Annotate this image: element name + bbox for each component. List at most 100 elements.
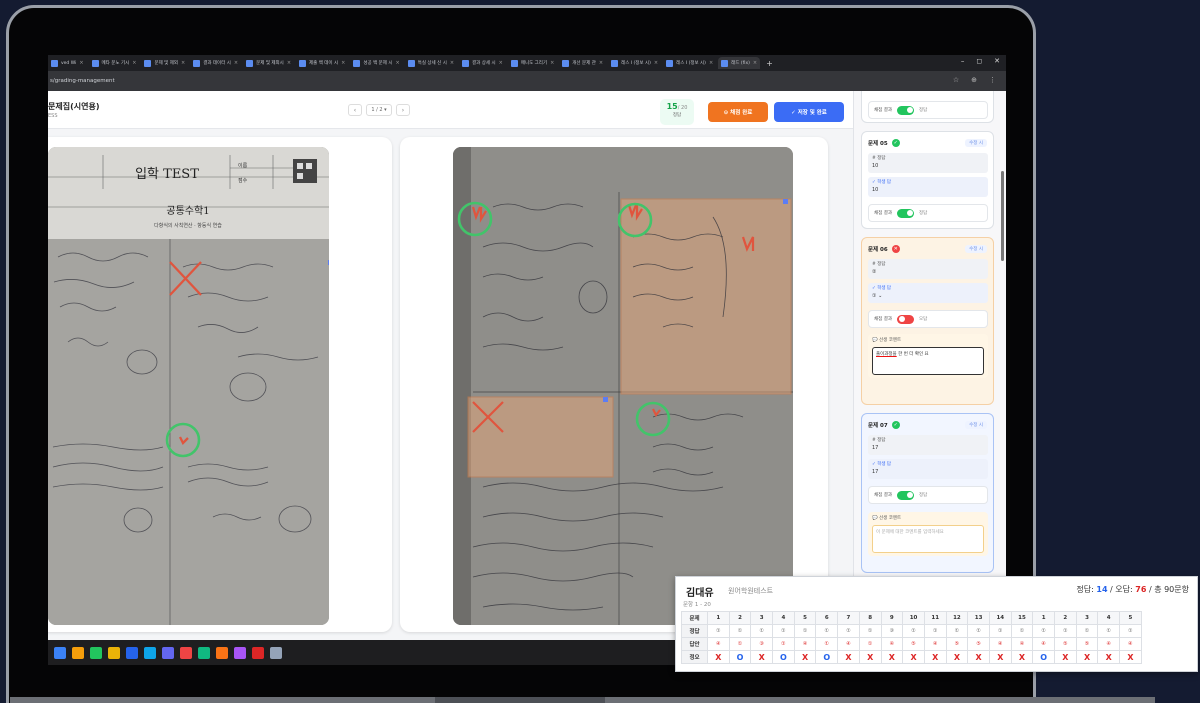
student-answer-label: ✓ 학생 답 [872, 286, 892, 291]
tab-close-icon[interactable]: × [287, 60, 291, 66]
extensions-icon[interactable]: ⊕ [971, 76, 977, 84]
result-cell: ⑤ [967, 637, 990, 651]
row-label: 답안 [681, 637, 708, 651]
tab-favicon-icon [246, 59, 254, 67]
student-answer-field[interactable]: ✓ 학생 답 10 [868, 177, 988, 197]
maximize-button[interactable]: ◻ [976, 57, 982, 65]
browser-tab[interactable]: ved Wi × [48, 57, 87, 69]
menu-icon[interactable]: ⋮ [989, 76, 996, 84]
result-cell: 4 [1097, 611, 1121, 625]
tab-title: 문제 및 제외시 [256, 61, 284, 66]
student-answer-field[interactable]: ✓ 학생 답 ① ⌄ [868, 283, 988, 303]
prev-page-button[interactable]: ‹ [348, 104, 362, 116]
grade-toggle[interactable] [897, 105, 914, 115]
score-value: 15 [666, 102, 678, 111]
tab-close-icon[interactable]: × [234, 60, 238, 66]
tab-close-icon[interactable]: × [181, 60, 185, 66]
result-cell: X [988, 650, 1012, 664]
check-icon: ✓ [891, 139, 900, 147]
close-window-button[interactable]: ✕ [994, 57, 1000, 65]
app-icon[interactable] [234, 646, 246, 659]
comment-textarea[interactable]: 풀이과정을 한 번 더 확인 요 [872, 347, 984, 375]
star-icon[interactable]: ☆ [953, 76, 959, 84]
result-cell: ① [1032, 624, 1055, 638]
student-answer-value[interactable]: 17 [872, 469, 984, 475]
tab-favicon-icon [611, 59, 619, 67]
tab-close-icon[interactable]: × [599, 60, 603, 66]
result-cell: ① [728, 624, 752, 638]
browser-tab[interactable]: 성공 백 문제 시 × [350, 57, 402, 69]
save-complete-button[interactable]: ✓ 저장 및 완료 [774, 102, 844, 122]
student-answer-select[interactable]: ① ⌄ [872, 293, 984, 299]
browser-tab[interactable]: 래드 (fix) × [718, 57, 761, 69]
teacher-comment-section: 💬 선생 코멘트 이 문제에 대한 코멘트를 입력하세요 [868, 512, 988, 556]
browser-tab[interactable]: 결과 데이터 시 × [190, 57, 241, 69]
tab-title: 레스 I (정보 시) [621, 61, 651, 66]
grade-switch-label: 채점 결과 [874, 493, 892, 498]
tab-close-icon[interactable]: × [450, 60, 454, 66]
tab-favicon-icon [666, 59, 674, 67]
tab-close-icon[interactable]: × [79, 60, 83, 66]
browser-tab[interactable]: 개선 문제 관 × [559, 57, 606, 69]
result-cell: 15 [1010, 611, 1034, 625]
tab-favicon-icon [353, 59, 361, 67]
url-text[interactable]: s/grading-management [50, 78, 115, 84]
tab-close-icon[interactable]: × [396, 60, 400, 66]
edit-tag[interactable]: 수정 시 [965, 245, 987, 253]
tab-close-icon[interactable]: × [550, 60, 554, 66]
edit-tag[interactable]: 수정 시 [965, 139, 987, 147]
browser-tab[interactable]: 메타 문노 기시 × [89, 57, 140, 69]
browser-tab[interactable]: 문제 및 제외시 × [243, 57, 294, 69]
app-icon[interactable] [180, 646, 192, 659]
student-answer-value[interactable]: 10 [872, 187, 984, 193]
result-cell: ④ [880, 637, 904, 651]
tab-title: 제출 백 데이 시 [309, 61, 339, 66]
result-cell: ⑤ [1075, 637, 1099, 651]
edit-tag[interactable]: 수정 시 [965, 421, 987, 429]
app-icon[interactable] [162, 646, 174, 659]
tab-close-icon[interactable]: × [132, 60, 136, 66]
app-icon[interactable] [144, 646, 156, 659]
browser-tab[interactable]: 레스 I (정보 시) × [663, 57, 716, 69]
app-icon[interactable] [198, 646, 210, 659]
results-row: 문제 1 2 3 4 5 6 7 8 9 10 11 12 13 14 15 1 2 3 4 5 [681, 611, 1142, 625]
browser-tab[interactable]: 문제 및 제외 × [141, 57, 188, 69]
tab-close-icon[interactable]: × [753, 60, 757, 66]
app-icon[interactable] [252, 646, 264, 659]
chrome-icon[interactable] [108, 646, 120, 659]
grade-toggle[interactable] [897, 314, 914, 324]
app-icon[interactable] [90, 646, 102, 659]
sidebar-scrollbar[interactable] [1001, 171, 1004, 261]
tab-close-icon[interactable]: × [341, 60, 345, 66]
start-icon[interactable] [54, 646, 66, 659]
comment-textarea[interactable]: 이 문제에 대한 코멘트를 입력하세요 [872, 525, 984, 553]
exam-photo-1[interactable]: 입학 TEST 이름 점수 공통수학1 다항식의 사칙연산 · 항등식 연습 [48, 147, 329, 625]
new-tab-button[interactable]: + [766, 59, 773, 68]
browser-tab[interactable]: 레스 I (정보 시) × [608, 57, 661, 69]
tab-close-icon[interactable]: × [499, 60, 503, 66]
app-icon[interactable] [270, 646, 282, 659]
exam-photo-2[interactable] [453, 147, 793, 625]
next-page-button[interactable]: › [396, 104, 410, 116]
student-answer-label: ✓ 학생 답 [872, 180, 892, 185]
browser-tab[interactable]: 매니도 그리기 × [508, 57, 557, 69]
folder-icon[interactable] [72, 646, 84, 659]
browser-tab[interactable]: 제출 백 데이 시 × [296, 57, 348, 69]
browser-tab[interactable]: 결과 상세 시 × [459, 57, 506, 69]
question-card-05: 문제 05 ✓ 수정 시 # 정답 10 ✓ 학생 답 10 채점 결과 정답 [861, 131, 994, 229]
grading-complete-button[interactable]: ⊙ 채점 완료 [708, 102, 768, 122]
minimize-button[interactable]: – [961, 57, 965, 65]
result-cell: ④ [1010, 637, 1034, 651]
tab-close-icon[interactable]: × [654, 60, 658, 66]
address-bar[interactable]: s/grading-management ☆ ⊕ ⋮ [48, 71, 1006, 91]
app-icon[interactable] [126, 646, 138, 659]
grade-toggle[interactable] [897, 208, 914, 218]
tab-close-icon[interactable]: × [709, 60, 713, 66]
app-icon[interactable] [216, 646, 228, 659]
grade-toggle[interactable] [897, 490, 914, 500]
browser-tab[interactable]: 특실 상세 신 시 × [405, 57, 457, 69]
test-name: 원어학원테스트 [728, 587, 774, 595]
tab-title: 레스 I (정보 시) [676, 61, 706, 66]
student-answer-field[interactable]: ✓ 학생 답 17 [868, 459, 988, 479]
page-select[interactable]: 1 / 2 ▾ [366, 104, 392, 116]
